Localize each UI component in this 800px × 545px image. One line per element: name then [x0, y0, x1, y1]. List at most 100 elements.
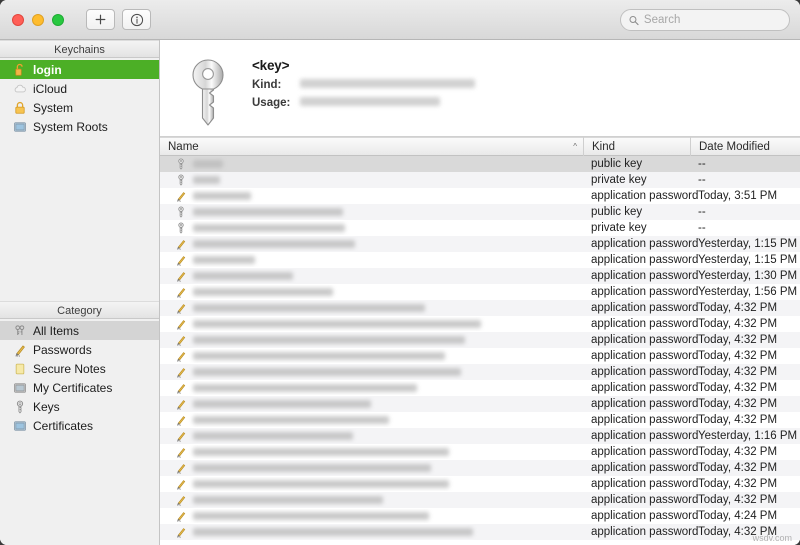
toolbar-button-group: [86, 9, 151, 30]
zoom-window-button[interactable]: [52, 13, 64, 26]
pencil-icon: [174, 365, 187, 379]
cell-date-modified: Today, 4:32 PM: [698, 414, 778, 426]
cell-kind: application password: [591, 510, 699, 522]
table-row[interactable]: private key --: [160, 172, 800, 188]
category-list: All Items Passwords Secure Notes My Certifi…: [0, 319, 159, 435]
key-icon: [177, 158, 184, 170]
note-icon: [12, 361, 27, 376]
cell-kind: application password: [591, 382, 699, 394]
cell-name-value-redacted: [193, 368, 461, 376]
sidebar-category-my-certificates[interactable]: My Certificates: [0, 378, 159, 397]
sidebar-keychain-system[interactable]: System: [0, 98, 159, 117]
table-row[interactable]: application password Yesterday, 1:16 PM: [160, 428, 800, 444]
table-row[interactable]: application password Today, 4:32 PM: [160, 300, 800, 316]
close-window-button[interactable]: [12, 13, 24, 26]
search-field[interactable]: [620, 9, 790, 31]
cell-name: [160, 349, 583, 363]
sidebar-category-keys[interactable]: Keys: [0, 397, 159, 416]
sidebar-category-passwords[interactable]: Passwords: [0, 340, 159, 359]
sidebar-category-label: Secure Notes: [33, 361, 106, 376]
table-row[interactable]: application password Yesterday, 1:56 PM: [160, 284, 800, 300]
item-info-button[interactable]: [122, 9, 151, 30]
table-row[interactable]: private key --: [160, 220, 800, 236]
table-row[interactable]: application password Today, 4:32 PM: [160, 412, 800, 428]
cell-date-modified: --: [698, 174, 706, 186]
sidebar-keychain-icloud[interactable]: iCloud: [0, 79, 159, 98]
pencil-icon: [174, 397, 187, 411]
traffic-lights: [12, 13, 64, 26]
table-row[interactable]: application password Today, 4:32 PM: [160, 460, 800, 476]
table-row[interactable]: application password Today, 4:24 PM: [160, 508, 800, 524]
table-row[interactable]: application password Yesterday, 1:30 PM: [160, 268, 800, 284]
cell-name: [160, 413, 583, 427]
table-row[interactable]: application password Today, 4:32 PM: [160, 364, 800, 380]
cell-date-modified: Today, 4:32 PM: [698, 398, 778, 410]
cell-name-value-redacted: [193, 320, 481, 328]
table-row[interactable]: application password Today, 4:32 PM: [160, 524, 800, 540]
minimize-window-button[interactable]: [32, 13, 44, 26]
pencil-icon: [174, 349, 187, 363]
table-row[interactable]: application password Today, 4:32 PM: [160, 476, 800, 492]
column-header-date-modified[interactable]: Date Modified: [690, 137, 800, 156]
table-row[interactable]: application password Today, 4:32 PM: [160, 444, 800, 460]
cell-name: [160, 525, 583, 539]
table-row[interactable]: application password Yesterday, 1:15 PM: [160, 252, 800, 268]
pencil-icon: [174, 429, 187, 443]
table-row[interactable]: application password Today, 4:32 PM: [160, 396, 800, 412]
table-row[interactable]: application password Today, 4:32 PM: [160, 380, 800, 396]
cell-name-value-redacted: [193, 336, 465, 344]
cell-kind: private key: [591, 222, 647, 234]
pencil-icon: [176, 320, 185, 330]
sidebar-category-certificates[interactable]: Certificates: [0, 416, 159, 435]
cell-name-value-redacted: [193, 464, 431, 472]
item-detail-text: <key> Kind: Usage:: [236, 54, 475, 109]
table-row[interactable]: application password Yesterday, 1:15 PM: [160, 236, 800, 252]
search-input[interactable]: [643, 14, 781, 26]
sidebar-category-secure-notes[interactable]: Secure Notes: [0, 359, 159, 378]
cell-kind: application password: [591, 286, 699, 298]
column-header-name[interactable]: Name ^: [160, 137, 583, 156]
key-icon: [174, 157, 187, 171]
sidebar-keychain-label: System: [33, 100, 74, 115]
detail-field: Kind:: [252, 79, 475, 91]
key-icon: [174, 221, 187, 235]
cell-kind: application password: [591, 366, 699, 378]
column-header-kind[interactable]: Kind: [583, 137, 690, 156]
sidebar-keychain-login[interactable]: login: [0, 60, 159, 79]
pencil-icon: [174, 445, 187, 459]
table-row[interactable]: application password Today, 4:32 PM: [160, 492, 800, 508]
cell-date-modified: Yesterday, 1:16 PM: [698, 430, 798, 442]
cell-name: [160, 445, 583, 459]
pencil-icon: [174, 189, 187, 203]
pencil-icon: [174, 509, 187, 523]
pencil-icon: [176, 240, 185, 250]
pencil-icon: [176, 352, 185, 362]
sidebar-keychain-system-roots[interactable]: System Roots: [0, 117, 159, 136]
table-row[interactable]: application password Today, 4:32 PM: [160, 332, 800, 348]
pencil-icon: [174, 413, 187, 427]
table-row[interactable]: public key --: [160, 156, 800, 172]
cell-date-modified: Today, 4:32 PM: [698, 334, 778, 346]
pencil-icon: [174, 253, 187, 267]
table-row[interactable]: application password Today, 4:32 PM: [160, 316, 800, 332]
sidebar-category-all-items[interactable]: All Items: [0, 321, 159, 340]
pencil-icon: [176, 464, 185, 474]
cell-name: [160, 157, 583, 171]
cell-name: [160, 381, 583, 395]
add-item-button[interactable]: [86, 9, 115, 30]
window-toolbar: [0, 0, 800, 40]
cell-name-value-redacted: [193, 208, 343, 216]
item-detail-panel: <key> Kind: Usage:: [160, 40, 800, 137]
unlocked-keychain-icon: [12, 62, 27, 77]
sidebar: Keychains login iCloud System System Roots …: [0, 40, 160, 545]
table-header-row: Name ^ Kind Date Modified: [160, 137, 800, 156]
cell-date-modified: --: [698, 206, 706, 218]
cell-kind: application password: [591, 334, 699, 346]
search-icon: [629, 15, 639, 25]
cell-kind: application password: [591, 446, 699, 458]
table-row[interactable]: application password Today, 3:51 PM: [160, 188, 800, 204]
table-row[interactable]: application password Today, 4:32 PM: [160, 348, 800, 364]
key-icon: [16, 400, 23, 414]
table-row[interactable]: public key --: [160, 204, 800, 220]
pencil-icon: [176, 336, 185, 346]
